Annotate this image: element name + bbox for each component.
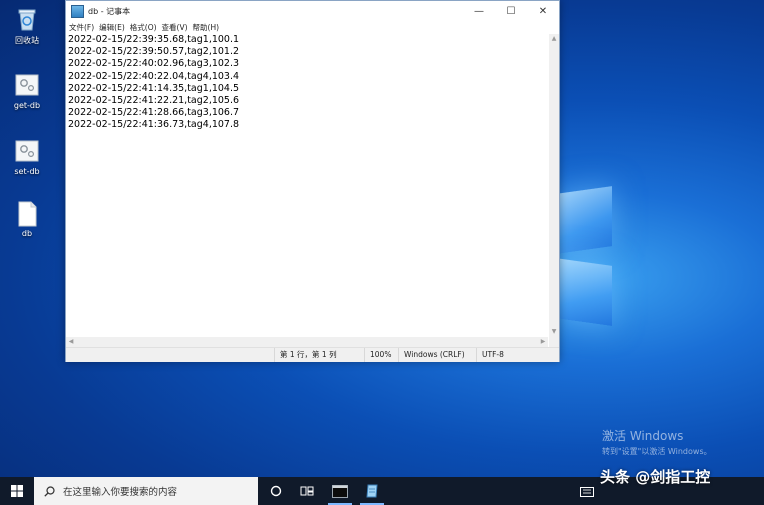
text-editor[interactable]: 2022-02-15/22:39:35.68,tag1,100.1 2022-0… bbox=[66, 34, 548, 337]
horizontal-scrollbar[interactable]: ◀ ▶ bbox=[66, 337, 548, 347]
minimize-button[interactable]: — bbox=[463, 1, 495, 21]
text-line: 2022-02-15/22:41:22.21,tag2,105.6 bbox=[68, 95, 240, 107]
scroll-corner bbox=[549, 337, 559, 347]
text-line: 2022-02-15/22:39:35.68,tag1,100.1 bbox=[68, 34, 240, 45]
terminal-icon bbox=[332, 484, 348, 498]
text-line: 2022-02-15/22:41:28.66,tag3,106.7 bbox=[68, 107, 240, 119]
desktop-icon-set-db[interactable]: set-db bbox=[4, 138, 50, 176]
close-icon: ✕ bbox=[538, 5, 548, 17]
cursor-position: 第 1 行，第 1 列 bbox=[274, 348, 356, 362]
search-icon bbox=[44, 482, 55, 501]
title-bar[interactable]: db - 记事本 — ☐ ✕ bbox=[66, 1, 559, 21]
script-file-icon bbox=[14, 72, 40, 98]
text-line: 2022-02-15/22:41:14.35,tag1,104.5 bbox=[68, 82, 240, 94]
maximize-icon: ☐ bbox=[506, 5, 516, 17]
maximize-button[interactable]: ☐ bbox=[495, 1, 527, 21]
cortana-button[interactable] bbox=[261, 477, 291, 505]
desktop: 回收站 get-db set-db db db - 记事本 — ☐ ✕ 文件(F… bbox=[0, 0, 764, 505]
activate-subtitle: 转到"设置"以激活 Windows。 bbox=[602, 447, 712, 456]
start-button[interactable] bbox=[0, 477, 34, 505]
notepad-icon bbox=[71, 4, 84, 18]
source-watermark: 头条 @剑指工控 bbox=[600, 468, 711, 486]
desktop-icon-get-db[interactable]: get-db bbox=[4, 72, 50, 110]
minimize-icon: — bbox=[474, 5, 484, 17]
window-title: db - 记事本 bbox=[88, 6, 131, 16]
windows-start-icon bbox=[11, 485, 23, 497]
scroll-up-icon[interactable]: ▲ bbox=[549, 34, 559, 44]
taskbar-search-box[interactable]: 在这里输入你要搜索的内容 bbox=[34, 477, 258, 505]
desktop-icon-label: db bbox=[21, 229, 33, 238]
desktop-icon-db[interactable]: db bbox=[4, 200, 50, 238]
scroll-down-icon[interactable]: ▼ bbox=[549, 327, 559, 337]
task-view-icon bbox=[300, 486, 314, 496]
menu-file[interactable]: 文件(F) bbox=[66, 22, 96, 33]
zoom-level: 100% bbox=[364, 348, 396, 362]
script-file-icon bbox=[14, 138, 40, 164]
desktop-icon-label: set-db bbox=[14, 167, 40, 176]
close-button[interactable]: ✕ bbox=[527, 1, 559, 21]
search-placeholder: 在这里输入你要搜索的内容 bbox=[63, 487, 178, 498]
recycle-bin-icon bbox=[14, 6, 40, 32]
scroll-right-icon[interactable]: ▶ bbox=[538, 337, 548, 347]
menu-format[interactable]: 格式(O) bbox=[127, 22, 159, 33]
scroll-left-icon[interactable]: ◀ bbox=[66, 337, 76, 347]
taskbar-terminal-app[interactable] bbox=[325, 477, 355, 505]
vertical-scrollbar[interactable]: ▲ ▼ bbox=[549, 34, 559, 337]
menu-bar: 文件(F) 编辑(E) 格式(O) 查看(V) 帮助(H) bbox=[66, 21, 559, 34]
desktop-icon-label: get-db bbox=[13, 101, 41, 110]
text-line: 2022-02-15/22:39:50.57,tag2,101.2 bbox=[68, 46, 240, 58]
status-bar: 第 1 行，第 1 列 100% Windows (CRLF) UTF-8 bbox=[66, 347, 559, 362]
notepad-window[interactable]: db - 记事本 — ☐ ✕ 文件(F) 编辑(E) 格式(O) 查看(V) 帮… bbox=[65, 0, 560, 362]
line-ending: Windows (CRLF) bbox=[398, 348, 472, 362]
menu-edit[interactable]: 编辑(E) bbox=[96, 22, 127, 33]
text-line: 2022-02-15/22:40:22.04,tag4,103.4 bbox=[68, 70, 240, 82]
keyboard-icon[interactable] bbox=[580, 482, 594, 501]
task-view-button[interactable] bbox=[292, 477, 322, 505]
text-file-icon bbox=[14, 200, 40, 227]
desktop-icon-recycle-bin[interactable]: 回收站 bbox=[4, 6, 50, 46]
encoding: UTF-8 bbox=[476, 348, 522, 362]
taskbar-notepad-app[interactable] bbox=[357, 477, 387, 505]
menu-help[interactable]: 帮助(H) bbox=[190, 22, 222, 33]
notepad-icon bbox=[366, 484, 378, 498]
activate-windows-notice: 激活 Windows 转到"设置"以激活 Windows。 bbox=[602, 427, 712, 457]
activate-title: 激活 Windows bbox=[602, 429, 684, 443]
desktop-icon-label: 回收站 bbox=[15, 36, 39, 45]
text-line: 2022-02-15/22:40:02.96,tag3,102.3 bbox=[68, 58, 240, 70]
text-line: 2022-02-15/22:41:36.73,tag4,107.8 bbox=[68, 119, 240, 131]
menu-view[interactable]: 查看(V) bbox=[159, 22, 190, 33]
cortana-circle-icon bbox=[270, 485, 282, 497]
